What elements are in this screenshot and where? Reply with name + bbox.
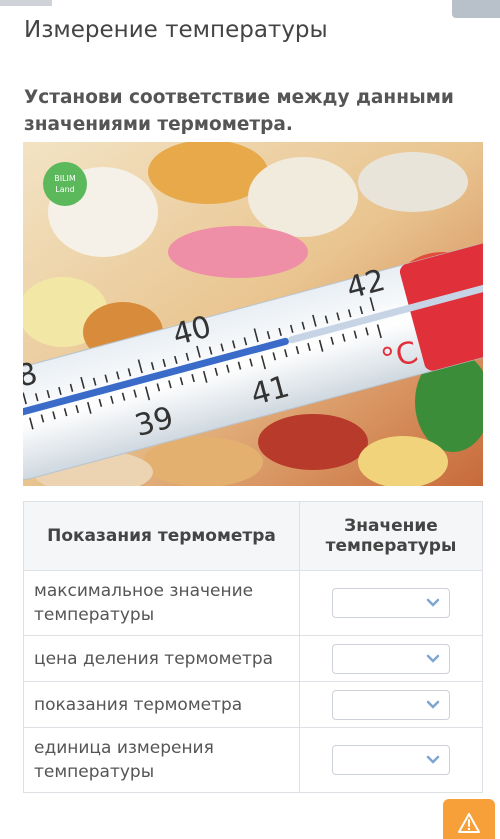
column-header-readings: Показания термометра xyxy=(23,501,300,571)
column-header-value: Значение температуры xyxy=(299,501,483,571)
corner-button[interactable] xyxy=(452,0,500,18)
warning-icon xyxy=(458,813,480,833)
chevron-down-icon xyxy=(426,654,440,663)
table-header-row: Показания термометра Значение температур… xyxy=(23,501,483,571)
row-label: единица измерения температуры xyxy=(23,727,300,793)
top-accent-bar xyxy=(0,0,52,6)
thermometer-image: 38 39 40 41 42 °C BILIM Land xyxy=(23,142,483,486)
value-dropdown-2[interactable] xyxy=(332,643,450,674)
row-label: цена деления термометра xyxy=(23,635,300,682)
report-problem-button[interactable] xyxy=(443,799,495,839)
table-row: единица измерения температуры xyxy=(23,727,483,793)
chevron-down-icon xyxy=(426,700,440,709)
table-row: цена деления термометра xyxy=(23,635,483,682)
matching-table: Показания термометра Значение температур… xyxy=(23,501,483,793)
row-label: максимальное значение температуры xyxy=(23,570,300,636)
value-dropdown-1[interactable] xyxy=(332,588,450,618)
bilimland-logo: BILIM Land xyxy=(43,162,87,206)
row-label: показания термометра xyxy=(23,681,300,728)
logo-text-top: BILIM xyxy=(54,174,76,183)
value-dropdown-3[interactable] xyxy=(332,689,450,720)
table-row: показания термометра xyxy=(23,681,483,728)
task-instruction: Установи соответствие между данными знач… xyxy=(24,87,454,135)
logo-text-bottom: Land xyxy=(55,185,75,194)
chevron-down-icon xyxy=(426,598,440,607)
table-row: максимальное значение температуры xyxy=(23,570,483,636)
page-title: Измерение температуры xyxy=(24,17,328,43)
value-dropdown-4[interactable] xyxy=(332,745,450,775)
chevron-down-icon xyxy=(426,755,440,764)
